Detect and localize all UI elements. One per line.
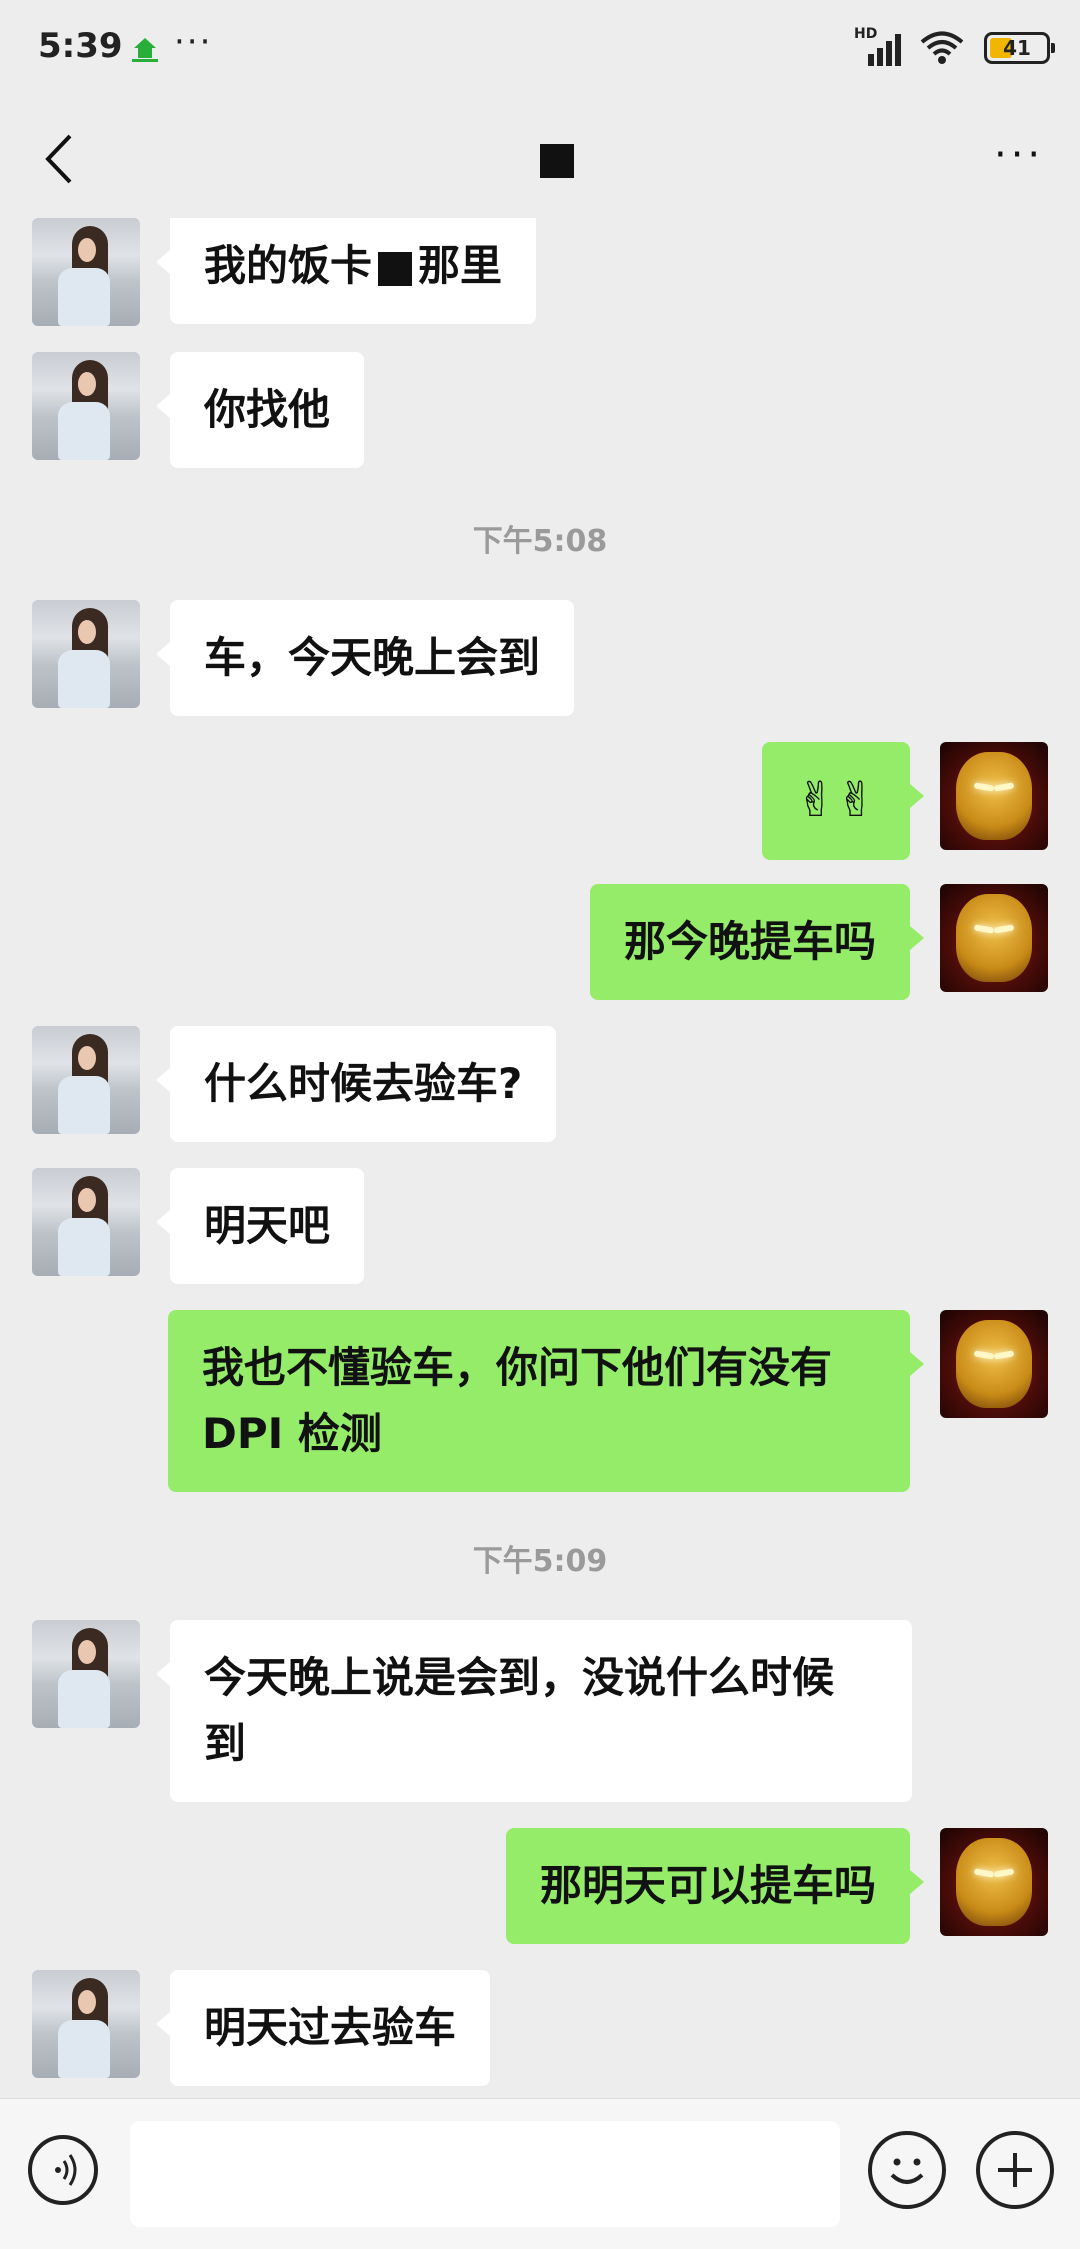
contact-avatar[interactable] xyxy=(32,1168,140,1276)
message-input[interactable] xyxy=(130,2121,840,2227)
more-icon[interactable]: ··· xyxy=(994,135,1054,175)
app-icon xyxy=(132,38,158,62)
status-time: 5:39 xyxy=(38,26,123,66)
message-text-line: 今天晚上说是会到，没说什么时候 xyxy=(204,1653,835,1702)
self-avatar[interactable] xyxy=(940,1828,1048,1936)
message-text-line: 我也不懂验车，你问下他们有没有 xyxy=(202,1343,833,1392)
contact-avatar[interactable] xyxy=(32,352,140,460)
time-divider: 下午5:09 xyxy=(472,1544,608,1579)
message-text: 什么时候去验车? xyxy=(204,1059,523,1108)
contact-avatar[interactable] xyxy=(32,1026,140,1134)
voice-icon[interactable] xyxy=(28,2135,98,2205)
message-bubble[interactable]: ✌✌ xyxy=(761,742,925,860)
message-text: 那今晚提车吗 xyxy=(623,917,876,966)
message-text: 明天吧 xyxy=(204,1201,331,1250)
battery-icon: 41 xyxy=(984,32,1055,64)
chat-header: ··· xyxy=(0,100,1080,218)
message-text: 车，今天晚上会到 xyxy=(204,633,541,682)
signal-icon: HD xyxy=(854,26,901,68)
chat-title-redacted xyxy=(540,144,574,178)
self-avatar[interactable] xyxy=(940,742,1048,850)
input-bar xyxy=(0,2098,1080,2249)
message-bubble[interactable]: 什么时候去验车? xyxy=(155,1026,557,1142)
message-bubble[interactable]: 那今晚提车吗 xyxy=(589,884,925,1000)
message-bubble[interactable]: 那明天可以提车吗 xyxy=(505,1828,925,1944)
emoji-icon[interactable] xyxy=(868,2131,946,2209)
victory-hand-emoji: ✌✌ xyxy=(795,772,876,828)
message-text-line: DPI 检测 xyxy=(202,1409,382,1458)
message-bubble[interactable]: 明天吧 xyxy=(155,1168,365,1284)
message-bubble[interactable]: 今天晚上说是会到，没说什么时候 到 xyxy=(156,1620,912,1802)
message-text: 我的饭卡 xyxy=(204,241,373,290)
message-bubble[interactable]: 车，今天晚上会到 xyxy=(155,600,575,716)
message-text: 明天过去验车 xyxy=(204,2003,457,2052)
wifi-icon xyxy=(920,31,964,64)
contact-avatar[interactable] xyxy=(32,1970,140,2078)
back-chevron-icon[interactable] xyxy=(38,130,82,188)
message-text: 那明天可以提车吗 xyxy=(539,1861,876,1910)
status-bar: 5:39 ··· HD 41 xyxy=(0,0,1080,100)
message-bubble[interactable]: 我的饭卡 那里 xyxy=(155,218,537,324)
message-text: 那里 xyxy=(418,241,503,290)
message-bubble[interactable]: 明天过去验车 xyxy=(155,1970,491,2086)
contact-avatar[interactable] xyxy=(32,1620,140,1728)
message-text-line: 到 xyxy=(204,1719,247,1768)
contact-avatar[interactable] xyxy=(32,218,140,326)
self-avatar[interactable] xyxy=(940,884,1048,992)
message-bubble[interactable]: 我也不懂验车，你问下他们有没有 DPI 检测 xyxy=(168,1310,924,1492)
redacted-block xyxy=(378,251,413,286)
time-divider: 下午5:08 xyxy=(472,524,608,559)
status-dots: ··· xyxy=(174,22,213,62)
contact-avatar[interactable] xyxy=(32,600,140,708)
message-bubble[interactable]: 你找他 xyxy=(155,352,365,468)
self-avatar[interactable] xyxy=(940,1310,1048,1418)
message-text: 你找他 xyxy=(204,385,331,434)
plus-icon[interactable] xyxy=(976,2131,1054,2209)
message-list[interactable]: 我的饭卡 那里 你找他 下午5:08 车，今天晚上会到 ✌✌ 那今晚提车吗 什么… xyxy=(0,218,1080,2098)
